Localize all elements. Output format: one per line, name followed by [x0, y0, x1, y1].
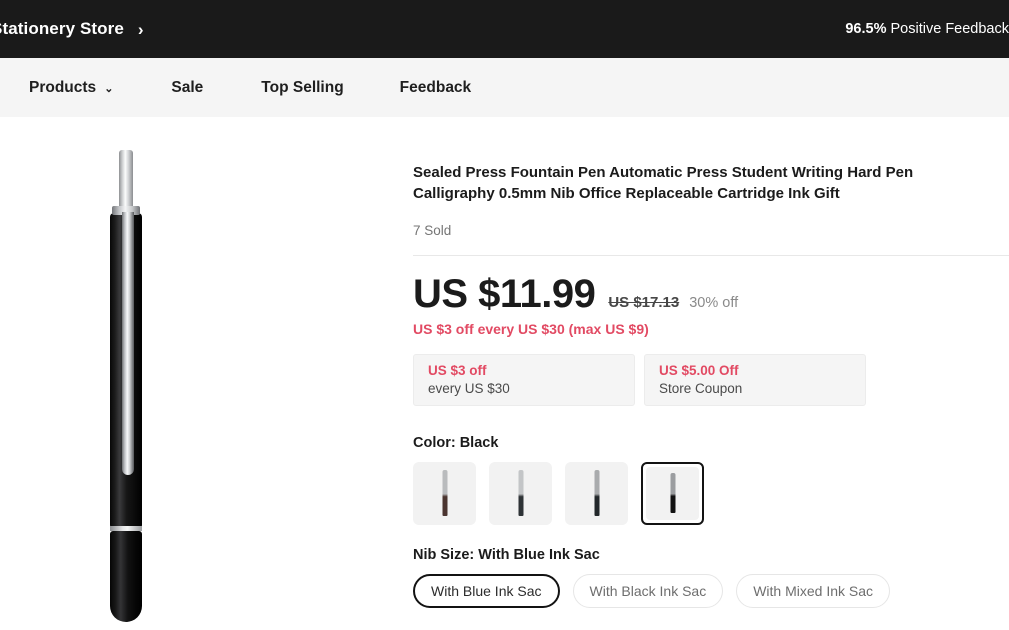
- color-swatch-3[interactable]: [565, 461, 628, 525]
- original-price: US $17.13: [608, 293, 680, 311]
- nib-choice-label: With Black Ink Sac: [589, 582, 707, 599]
- feedback-percent: 96.5%: [845, 21, 887, 37]
- product-image-pen[interactable]: [103, 150, 149, 622]
- swatch-thumb: [414, 463, 475, 524]
- price-row: US $11.99 US $17.13 30% off: [413, 274, 1009, 314]
- sold-count: 7 Sold: [413, 222, 452, 238]
- chevron-right-icon: ›: [137, 19, 144, 39]
- discount-percent: 30% off: [689, 294, 739, 311]
- product-gallery[interactable]: [0, 117, 400, 630]
- coupon-row: US $3 off every US $30 US $5.00 Off Stor…: [413, 353, 1009, 406]
- product-info-column: Sealed Press Fountain Pen Automatic Pres…: [413, 117, 1009, 630]
- pen-clip: [122, 212, 134, 475]
- divider: [413, 254, 1009, 256]
- store-nav-bar: Products ⌄ Sale Top Selling Feedback: [0, 58, 1009, 117]
- coupon-subtitle: every US $30: [428, 380, 510, 396]
- nib-choice-label: With Blue Ink Sac: [431, 582, 542, 599]
- color-swatch-1[interactable]: [413, 461, 476, 525]
- color-swatch-4[interactable]: [641, 461, 704, 525]
- pen-grip: [110, 531, 142, 622]
- promo-text: US $3 off every US $30 (max US $9): [413, 320, 649, 337]
- color-option-label: Color: Black: [413, 434, 499, 451]
- coupon-title: US $3 off: [428, 362, 487, 378]
- product-detail-body: Sealed Press Fountain Pen Automatic Pres…: [0, 117, 1009, 630]
- swatch-thumb: [646, 466, 699, 520]
- nib-choice-mixed[interactable]: With Mixed Ink Sac: [736, 573, 891, 608]
- color-swatch-row: [413, 461, 1009, 525]
- nav-item-feedback[interactable]: Feedback: [400, 79, 472, 97]
- store-name: Stationery Store: [0, 19, 124, 38]
- mini-pen-icon: [442, 469, 447, 517]
- nib-choice-black[interactable]: With Black Ink Sac: [572, 573, 724, 608]
- nib-choice-blue[interactable]: With Blue Ink Sac: [413, 573, 560, 608]
- swatch-thumb: [490, 463, 551, 524]
- pen-plunger: [119, 150, 133, 208]
- store-link[interactable]: Stationery Store ›: [0, 19, 144, 39]
- nav-item-label: Top Selling: [261, 78, 344, 96]
- color-swatch-2[interactable]: [489, 461, 552, 525]
- mini-pen-icon: [594, 469, 599, 517]
- nib-choice-row: With Blue Ink Sac With Black Ink Sac Wit…: [413, 573, 1009, 608]
- coupon-card[interactable]: US $3 off every US $30: [413, 353, 635, 406]
- chevron-down-icon: ⌄: [104, 83, 114, 95]
- mini-pen-icon: [518, 469, 523, 517]
- store-header: Stationery Store › 96.5% Positive Feedba…: [0, 0, 1009, 58]
- feedback-label: Positive Feedback: [886, 21, 1009, 37]
- swatch-thumb: [566, 463, 627, 524]
- coupon-title: US $5.00 Off: [659, 362, 739, 378]
- nav-item-label: Sale: [171, 78, 204, 96]
- nav-item-sale[interactable]: Sale: [171, 79, 203, 97]
- current-price: US $11.99: [413, 271, 596, 316]
- product-title: Sealed Press Fountain Pen Automatic Pres…: [413, 164, 914, 203]
- nav-item-label: Feedback: [399, 78, 472, 96]
- coupon-card[interactable]: US $5.00 Off Store Coupon: [644, 353, 866, 406]
- nib-choice-label: With Mixed Ink Sac: [753, 582, 874, 599]
- nav-item-label: Products: [29, 78, 97, 96]
- nav-item-products[interactable]: Products ⌄: [29, 79, 113, 97]
- coupon-subtitle: Store Coupon: [659, 380, 743, 396]
- nav-item-top-selling[interactable]: Top Selling: [261, 79, 343, 97]
- positive-feedback: 96.5% Positive Feedback: [845, 21, 1009, 37]
- mini-pen-icon: [670, 472, 675, 514]
- nib-option-label: Nib Size: With Blue Ink Sac: [413, 546, 600, 563]
